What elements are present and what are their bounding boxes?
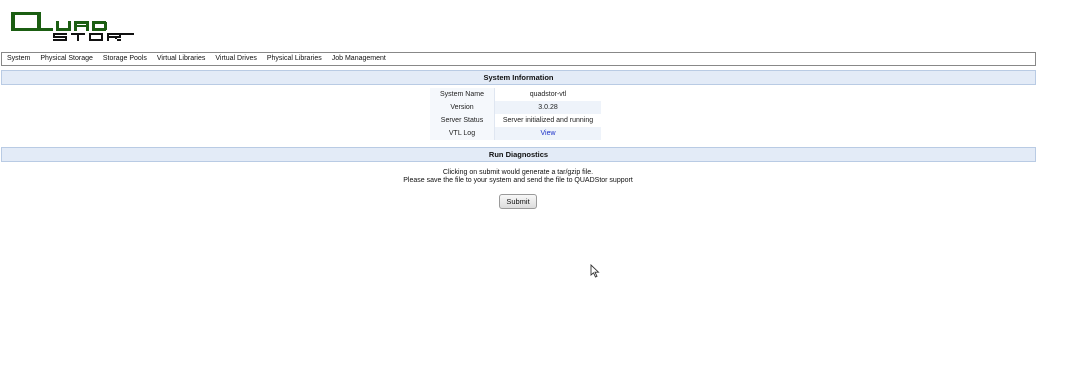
mouse-pointer-icon bbox=[590, 263, 600, 278]
version-value: 3.0.28 bbox=[494, 101, 601, 114]
menu-item-physical-storage[interactable]: Physical Storage bbox=[35, 53, 98, 65]
vtl-log-view-link[interactable]: View bbox=[540, 130, 555, 137]
table-row: Version 3.0.28 bbox=[430, 101, 601, 114]
page: System Physical Storage Storage Pools Vi… bbox=[0, 0, 1085, 391]
system-name-value: quadstor-vtl bbox=[494, 88, 601, 101]
top-menu-bar: System Physical Storage Storage Pools Vi… bbox=[1, 52, 1036, 66]
quadstor-logo[interactable] bbox=[11, 12, 135, 42]
menu-item-job-management[interactable]: Job Management bbox=[327, 53, 391, 65]
submit-button[interactable]: Submit bbox=[499, 194, 537, 209]
quadstor-logo-graphic bbox=[11, 12, 134, 41]
system-name-label: System Name bbox=[430, 88, 495, 101]
table-row: Server Status Server initialized and run… bbox=[430, 114, 601, 127]
vtl-log-label: VTL Log bbox=[430, 127, 495, 140]
table-row: VTL Log View bbox=[430, 127, 601, 140]
diagnostics-line-1: Clicking on submit would generate a tar/… bbox=[442, 169, 594, 176]
run-diagnostics-header: Run Diagnostics bbox=[1, 147, 1036, 162]
menu-item-virtual-libraries[interactable]: Virtual Libraries bbox=[152, 53, 211, 65]
server-status-label: Server Status bbox=[430, 114, 495, 127]
menu-item-storage-pools[interactable]: Storage Pools bbox=[98, 53, 152, 65]
menu-item-system[interactable]: System bbox=[2, 53, 35, 65]
system-info-table: System Name quadstor-vtl Version 3.0.28 … bbox=[430, 88, 601, 140]
table-row: System Name quadstor-vtl bbox=[430, 88, 601, 101]
diagnostics-line-2: Please save the file to your system and … bbox=[403, 177, 633, 184]
menu-item-physical-libraries[interactable]: Physical Libraries bbox=[262, 53, 327, 65]
server-status-value: Server initialized and running bbox=[494, 114, 601, 127]
diagnostics-description: Clicking on submit would generate a tar/… bbox=[0, 169, 1036, 185]
version-label: Version bbox=[430, 101, 495, 114]
system-information-header: System Information bbox=[1, 70, 1036, 85]
menu-item-virtual-drives[interactable]: Virtual Drives bbox=[210, 53, 262, 65]
vtl-log-cell: View bbox=[494, 127, 601, 140]
